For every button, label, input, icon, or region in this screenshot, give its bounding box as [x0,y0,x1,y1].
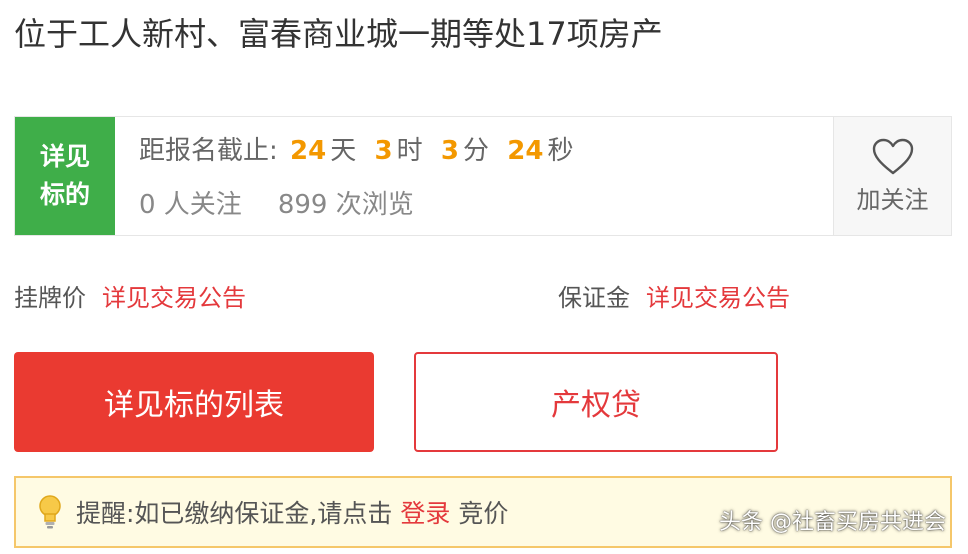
auction-detail-page: 位于工人新村、富春商业城一期等处17项房产 详见标的 距报名截止: 24 天 3时… [0,0,968,554]
follow-button[interactable]: 加关注 [833,117,951,235]
deposit: 保证金 详见交易公告 [558,278,790,318]
view-count: 899 次浏览 [277,190,414,220]
status-badge-text: 详见标的 [39,142,90,209]
deposit-label: 保证金 [558,284,630,312]
heart-icon [872,138,913,174]
follower-count: 0 人关注 [139,190,242,220]
auction-info-box: 详见标的 距报名截止: 24 天 3时 3分 24 秒 0 人关注 899 次浏览 加… [14,116,952,236]
countdown-seconds-unit: 秒 [547,136,574,166]
countdown-minutes: 3 [440,136,459,166]
stats: 0 人关注 899 次浏览 [139,185,414,225]
countdown-days: 24 [290,136,327,166]
listing-price-link[interactable]: 详见交易公告 [102,284,246,312]
property-loan-button[interactable]: 产权贷 [414,352,778,452]
countdown: 距报名截止: 24 天 3时 3分 24 秒 [139,131,579,171]
listing-price: 挂牌价 详见交易公告 [14,278,246,318]
deposit-link[interactable]: 详见交易公告 [646,284,790,312]
countdown-hours-unit: 时 [396,136,423,166]
countdown-seconds: 24 [507,136,544,166]
listing-price-label: 挂牌价 [14,284,86,312]
notice-text: 提醒:如已缴纳保证金,请点击 [76,499,393,528]
lightbulb-icon [39,495,61,529]
countdown-label: 距报名截止: [139,136,278,166]
watermark: 头条 @社畜买房共进会 [719,510,946,535]
countdown-days-unit: 天 [330,136,357,166]
notice-suffix: 竞价 [458,499,509,528]
countdown-minutes-unit: 分 [462,136,489,166]
page-title: 位于工人新村、富春商业城一期等处17项房产 [14,15,663,53]
view-lot-list-button[interactable]: 详见标的列表 [14,352,374,452]
countdown-hours: 3 [374,136,393,166]
follow-label: 加关注 [856,185,929,214]
login-link[interactable]: 登录 [400,494,450,530]
status-badge: 详见标的 [15,117,115,235]
